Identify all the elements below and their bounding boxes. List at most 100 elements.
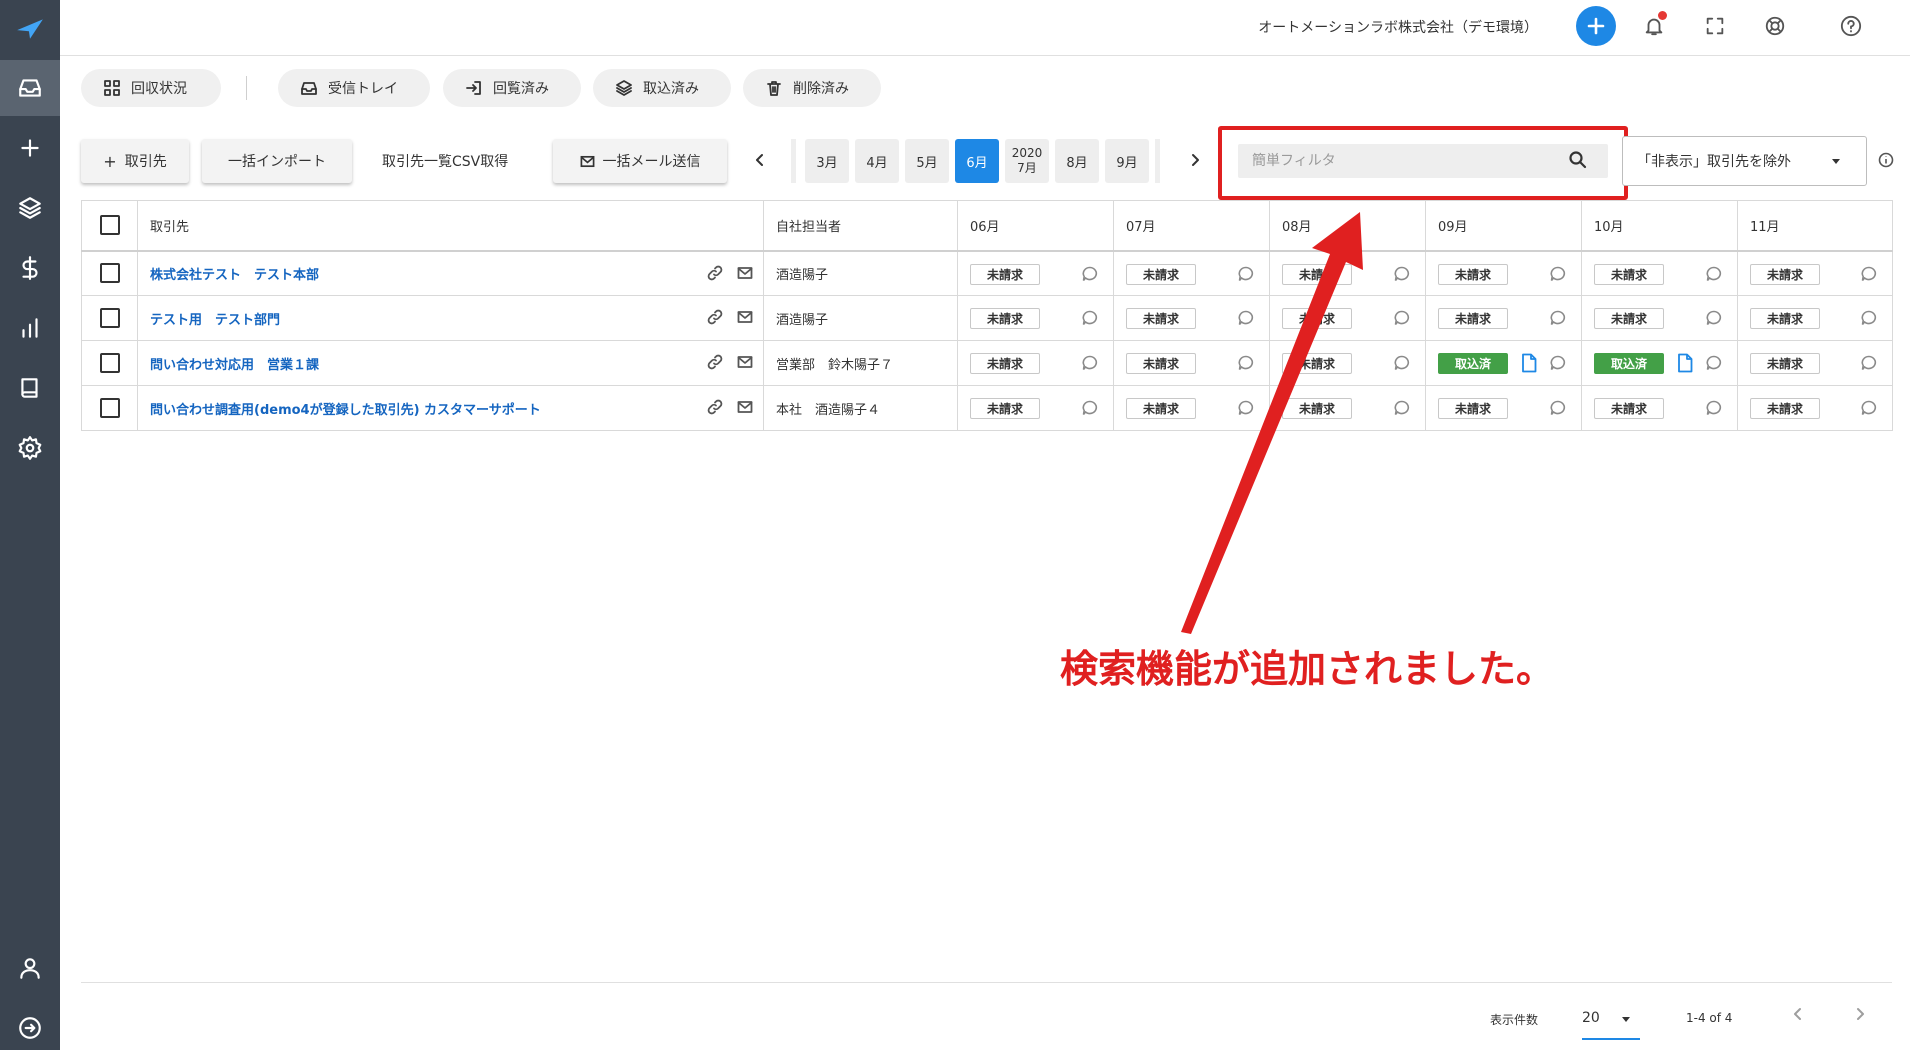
comment-button[interactable]: [1549, 354, 1567, 372]
help-button[interactable]: [1837, 12, 1865, 40]
bulk-mail-button[interactable]: 一括メール送信: [553, 139, 727, 183]
search-button[interactable]: [1568, 150, 1590, 172]
status-badge[interactable]: 未請求: [1750, 398, 1820, 419]
app-logo[interactable]: [0, 0, 60, 56]
sidebar-item-logout[interactable]: [0, 1000, 60, 1050]
comment-button[interactable]: [1549, 309, 1567, 327]
link-icon[interactable]: [707, 309, 723, 325]
comment-button[interactable]: [1393, 309, 1411, 327]
info-button[interactable]: [1878, 152, 1894, 168]
mail-icon[interactable]: [737, 309, 753, 325]
comment-button[interactable]: [1705, 399, 1723, 417]
status-badge[interactable]: 未請求: [1750, 263, 1820, 285]
row-checkbox[interactable]: [99, 308, 120, 328]
sidebar-item-add[interactable]: [0, 120, 60, 176]
status-badge[interactable]: 未請求: [1594, 308, 1664, 329]
status-badge[interactable]: 未請求: [1126, 308, 1196, 329]
status-badge[interactable]: 未請求: [970, 398, 1040, 419]
month-next-button[interactable]: [1183, 148, 1207, 172]
client-link[interactable]: 問い合わせ対応用 営業１課: [150, 358, 319, 373]
status-badge[interactable]: 取込済: [1438, 353, 1508, 374]
month-8[interactable]: 8月: [1055, 139, 1099, 183]
add-button[interactable]: [1576, 6, 1616, 46]
next-page-button[interactable]: [1852, 1006, 1876, 1030]
csv-download-link[interactable]: 取引先一覧CSV取得: [382, 151, 508, 171]
table-row[interactable]: テスト用 テスト部門 酒造陽子 未請求 未請求 未請求 未請求 未請求 未請求: [81, 295, 1893, 341]
status-badge[interactable]: 未請求: [1594, 398, 1664, 419]
tab-deleted[interactable]: 削除済み: [743, 69, 881, 107]
status-badge[interactable]: 未請求: [1282, 308, 1352, 329]
link-icon[interactable]: [707, 354, 723, 370]
status-badge[interactable]: 未請求: [1282, 398, 1352, 419]
fullscreen-button[interactable]: [1701, 12, 1729, 40]
status-badge[interactable]: 未請求: [970, 353, 1040, 374]
status-badge[interactable]: 未請求: [1282, 353, 1352, 374]
tab-imported[interactable]: 取込済み: [593, 69, 731, 107]
column-header-staff[interactable]: 自社担当者: [763, 200, 958, 252]
status-badge[interactable]: 未請求: [1594, 263, 1664, 285]
comment-button[interactable]: [1860, 265, 1878, 283]
link-icon[interactable]: [707, 265, 723, 281]
comment-button[interactable]: [1081, 265, 1099, 283]
sidebar-item-account[interactable]: [0, 940, 60, 996]
sidebar-item-reports[interactable]: [0, 300, 60, 356]
row-checkbox[interactable]: [99, 353, 120, 373]
status-badge[interactable]: 未請求: [970, 263, 1040, 285]
month-7[interactable]: 2020 7月: [1005, 139, 1049, 183]
table-row[interactable]: 株式会社テスト テスト本部 酒造陽子 未請求 未請求 未請求 未請求 未請求 未請求: [81, 250, 1893, 296]
table-row[interactable]: 問い合わせ対応用 営業１課 営業部 鈴木陽子７ 未請求 未請求 未請求 取込済 取込済 未請求: [81, 340, 1893, 386]
select-all-checkbox[interactable]: [99, 215, 120, 236]
row-checkbox[interactable]: [99, 263, 120, 284]
document-link[interactable]: [1677, 353, 1693, 373]
comment-button[interactable]: [1081, 399, 1099, 417]
bulk-import-button[interactable]: 一括インポート: [202, 139, 352, 183]
sidebar-item-inbox[interactable]: [0, 60, 60, 116]
support-button[interactable]: [1761, 12, 1789, 40]
status-badge[interactable]: 未請求: [1750, 308, 1820, 329]
comment-button[interactable]: [1237, 309, 1255, 327]
comment-button[interactable]: [1860, 309, 1878, 327]
comment-button[interactable]: [1237, 354, 1255, 372]
status-badge[interactable]: 未請求: [1750, 353, 1820, 374]
hidden-client-select[interactable]: 「非表示」取引先を除外: [1622, 136, 1867, 186]
month-9[interactable]: 9月: [1105, 139, 1149, 183]
document-link[interactable]: [1521, 353, 1537, 373]
client-link[interactable]: 株式会社テスト テスト本部: [150, 268, 319, 283]
comment-button[interactable]: [1237, 399, 1255, 417]
tab-circulated[interactable]: 回覧済み: [443, 69, 581, 107]
add-client-button[interactable]: + 取引先: [81, 139, 189, 183]
row-checkbox[interactable]: [99, 398, 120, 418]
column-header-client[interactable]: 取引先: [137, 200, 764, 252]
comment-button[interactable]: [1549, 399, 1567, 417]
month-3[interactable]: 3月: [805, 139, 849, 183]
month-prev-button[interactable]: [748, 148, 772, 172]
comment-button[interactable]: [1860, 354, 1878, 372]
comment-button[interactable]: [1081, 354, 1099, 372]
table-row[interactable]: 問い合わせ調査用(demo4が登録した取引先) カスタマーサポート 本社 酒造陽子…: [81, 385, 1893, 431]
month-4[interactable]: 4月: [855, 139, 899, 183]
comment-button[interactable]: [1705, 265, 1723, 283]
month-6[interactable]: 6月: [955, 139, 999, 183]
sidebar-item-book[interactable]: [0, 360, 60, 416]
status-badge[interactable]: 未請求: [1126, 353, 1196, 374]
sidebar-item-billing[interactable]: [0, 240, 60, 296]
tab-inbox[interactable]: 受信トレイ: [278, 69, 430, 107]
sidebar-item-settings[interactable]: [0, 420, 60, 476]
prev-page-button[interactable]: [1790, 1006, 1814, 1030]
comment-button[interactable]: [1860, 399, 1878, 417]
comment-button[interactable]: [1705, 354, 1723, 372]
status-badge[interactable]: 未請求: [970, 308, 1040, 329]
client-link[interactable]: 問い合わせ調査用(demo4が登録した取引先) カスタマーサポート: [150, 403, 541, 418]
comment-button[interactable]: [1393, 265, 1411, 283]
status-badge[interactable]: 未請求: [1438, 308, 1508, 329]
client-link[interactable]: テスト用 テスト部門: [150, 313, 280, 328]
status-badge[interactable]: 未請求: [1126, 398, 1196, 419]
comment-button[interactable]: [1081, 309, 1099, 327]
status-badge[interactable]: 取込済: [1594, 353, 1664, 374]
month-5[interactable]: 5月: [905, 139, 949, 183]
quick-filter-input[interactable]: [1238, 144, 1608, 178]
mail-icon[interactable]: [737, 354, 753, 370]
page-size-select[interactable]: 20: [1582, 1000, 1640, 1040]
link-icon[interactable]: [707, 399, 723, 415]
tab-collection-status[interactable]: 回収状況: [81, 69, 221, 107]
